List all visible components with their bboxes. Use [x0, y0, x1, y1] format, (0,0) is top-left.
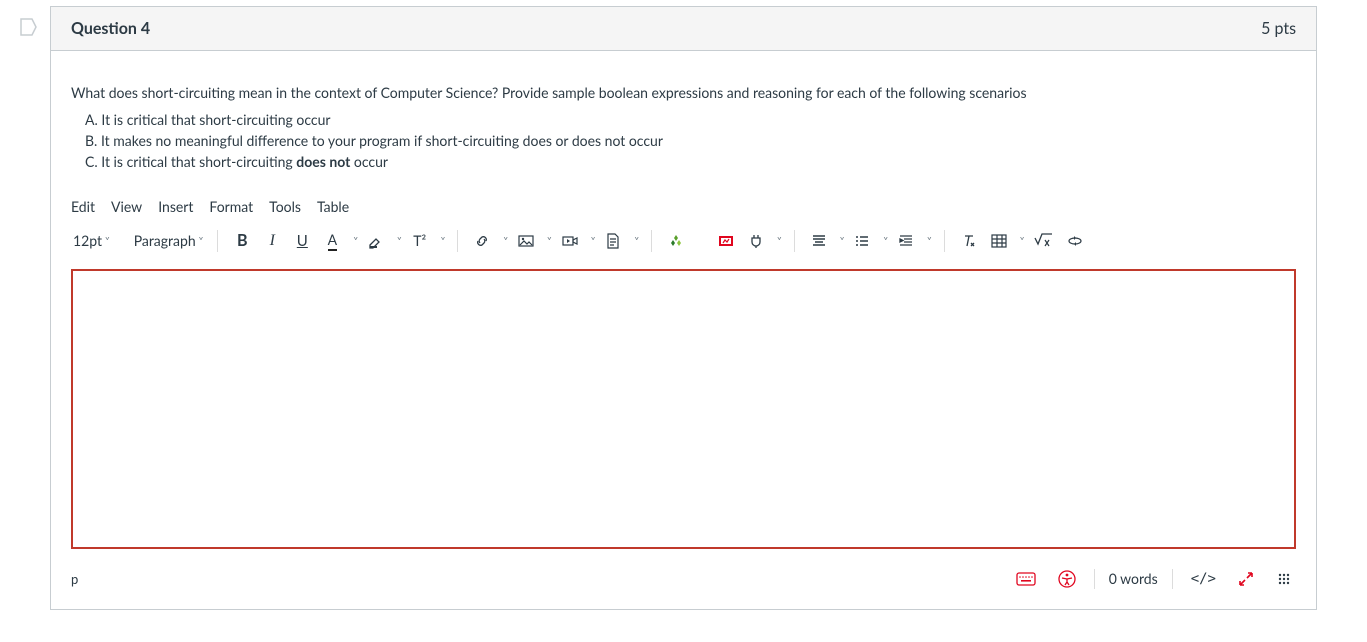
italic-button[interactable]: I	[260, 229, 284, 253]
align-button[interactable]	[807, 229, 831, 253]
question-panel: Question 4 5 pts What does short-circuit…	[50, 6, 1317, 610]
chevron-down-icon[interactable]: ˅	[397, 235, 402, 247]
html-view-button[interactable]: </>	[1187, 567, 1220, 591]
plugins-button[interactable]	[744, 229, 768, 253]
app-icon-1[interactable]	[664, 229, 688, 253]
editor-menubar: Edit View Insert Format Tools Table	[71, 198, 1296, 215]
chevron-down-icon[interactable]: ˅	[547, 235, 552, 247]
editor-toolbar: 12pt˅ Paragraph˅ B I U A ˅ ˅ T²	[71, 229, 1296, 253]
question-points: 5 pts	[1261, 19, 1296, 38]
embed-button[interactable]	[1062, 229, 1088, 253]
clear-format-button[interactable]	[957, 229, 981, 253]
chevron-down-icon[interactable]: ˅	[883, 235, 888, 247]
option-b: B. It makes no meaningful difference to …	[85, 132, 1296, 149]
menu-edit[interactable]: Edit	[71, 198, 95, 215]
question-options: A. It is critical that short-circuiting …	[85, 111, 1296, 170]
indent-button[interactable]	[894, 229, 918, 253]
chevron-down-icon[interactable]: ˅	[591, 235, 596, 247]
superscript-button[interactable]: T²	[408, 229, 432, 253]
editor-statusbar: p 0 words </>	[71, 567, 1296, 591]
menu-tools[interactable]: Tools	[269, 198, 301, 215]
more-button[interactable]	[1272, 567, 1296, 591]
chevron-down-icon[interactable]: ˅	[634, 235, 639, 247]
menu-format[interactable]: Format	[209, 198, 253, 215]
bullet-list-button[interactable]	[850, 229, 874, 253]
chevron-down-icon[interactable]: ˅	[353, 235, 358, 247]
question-title: Question 4	[71, 19, 150, 38]
link-button[interactable]	[470, 229, 494, 253]
chevron-down-icon[interactable]: ˅	[503, 235, 508, 247]
paragraph-select[interactable]: Paragraph˅	[132, 229, 206, 253]
menu-view[interactable]: View	[111, 198, 142, 215]
chevron-down-icon[interactable]: ˅	[1020, 235, 1025, 247]
table-button[interactable]	[987, 229, 1011, 253]
media-button[interactable]	[558, 229, 582, 253]
equation-button[interactable]	[1030, 229, 1056, 253]
question-header: Question 4 5 pts	[51, 7, 1316, 51]
bookmark-icon	[20, 18, 38, 36]
text-color-button[interactable]: A	[320, 229, 344, 253]
menu-table[interactable]: Table	[317, 198, 349, 215]
underline-button[interactable]: U	[290, 229, 314, 253]
accessibility-icon[interactable]	[1054, 567, 1080, 591]
chevron-down-icon[interactable]: ˅	[777, 235, 782, 247]
highlight-button[interactable]	[364, 229, 388, 253]
image-button[interactable]	[514, 229, 538, 253]
keyboard-icon[interactable]	[1012, 567, 1040, 591]
fontsize-select[interactable]: 12pt˅	[71, 229, 112, 253]
app-icon-2[interactable]	[714, 229, 738, 253]
chevron-down-icon[interactable]: ˅	[441, 235, 446, 247]
chevron-down-icon[interactable]: ˅	[840, 235, 845, 247]
menu-insert[interactable]: Insert	[158, 198, 193, 215]
option-c: C. It is critical that short-circuiting …	[85, 153, 1296, 170]
fullscreen-button[interactable]	[1234, 567, 1258, 591]
option-a: A. It is critical that short-circuiting …	[85, 111, 1296, 128]
document-button[interactable]	[601, 229, 625, 253]
element-path[interactable]: p	[71, 571, 78, 587]
question-prompt: What does short-circuiting mean in the c…	[71, 83, 1296, 103]
word-count[interactable]: 0 words	[1109, 570, 1158, 587]
answer-editor[interactable]	[71, 269, 1296, 549]
bold-button[interactable]: B	[230, 229, 254, 253]
chevron-down-icon[interactable]: ˅	[927, 235, 932, 247]
